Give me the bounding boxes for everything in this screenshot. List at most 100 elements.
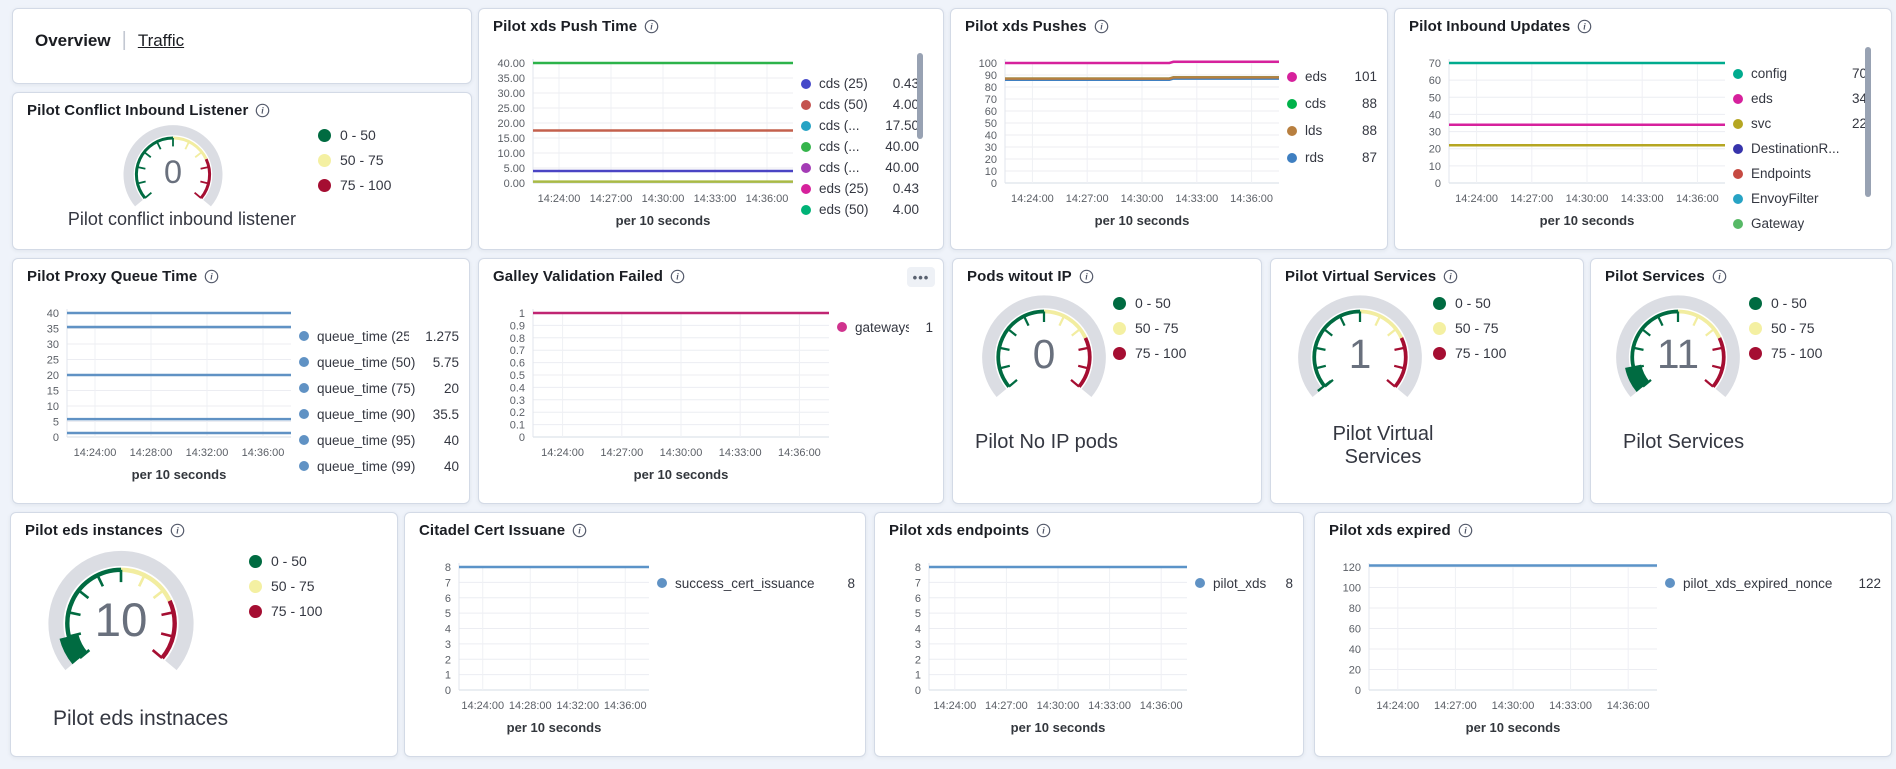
gauge-legend-item[interactable]: 75 - 100 [249,603,322,619]
info-icon[interactable]: i [1036,523,1051,538]
svg-text:per 10 seconds: per 10 seconds [1540,213,1635,228]
panel-pilot-virtual-services: Pilot Virtual Services i 1 0 - 5050 - 75… [1270,258,1584,504]
legend-scrollbar[interactable] [917,53,923,139]
line-chart[interactable]: 010203040506070809010014:24:0014:27:0014… [959,37,1379,241]
info-icon[interactable]: i [644,19,659,34]
svg-text:6: 6 [445,593,451,605]
legend-item[interactable]: config70 [1733,61,1867,86]
legend-item[interactable]: gateways1 [837,315,933,339]
info-icon[interactable]: i [1094,19,1109,34]
gauge-legend-item[interactable]: 75 - 100 [1433,345,1506,361]
line-chart[interactable]: 01234567814:24:0014:27:0014:30:0014:33:0… [883,541,1295,748]
legend-item[interactable]: queue_time (95)40 [299,427,459,453]
info-icon[interactable]: i [1712,269,1727,284]
info-icon[interactable]: i [572,523,587,538]
svg-text:0.7: 0.7 [510,345,525,357]
legend-item[interactable]: EnvoyFilter [1733,186,1867,211]
gauge-legend-item[interactable]: 0 - 50 [318,127,391,143]
legend-item[interactable]: pilot_xds8 [1195,571,1293,595]
legend-item[interactable]: Endpoints [1733,161,1867,186]
svg-text:14:27:00: 14:27:00 [590,193,633,205]
panel-header: Pilot xds endpoints i [875,513,1303,539]
gauge-legend-item[interactable]: 50 - 75 [1113,320,1186,336]
info-icon[interactable]: i [1577,19,1592,34]
legend-item[interactable]: cds (25)0.43 [801,73,919,94]
panel-options-button[interactable]: ••• [907,267,935,287]
legend-value: 34 [1844,91,1867,106]
gauge-legend-item[interactable]: 75 - 100 [1749,345,1822,361]
legend-item[interactable]: cds (...17.50 [801,115,919,136]
legend-item[interactable]: cds (...40.00 [801,157,919,178]
svg-text:per 10 seconds: per 10 seconds [1011,720,1106,735]
legend-item[interactable]: rds87 [1287,144,1377,171]
panel-title: Pilot Services [1605,268,1705,285]
info-icon[interactable]: i [670,269,685,284]
panel-pilot-inbound-updates: Pilot Inbound Updates i 0102030405060701… [1394,8,1892,250]
gauge-legend-item[interactable]: 50 - 75 [249,578,322,594]
legend-item[interactable]: queue_time (90)35.5 [299,401,459,427]
gauge-legend-item[interactable]: 0 - 50 [1433,295,1506,311]
legend-item[interactable]: queue_time (75)20 [299,375,459,401]
gauge-legend-item[interactable]: 50 - 75 [318,152,391,168]
info-icon[interactable]: i [1079,269,1094,284]
gauge-legend-item[interactable]: 0 - 50 [249,553,322,569]
legend-item[interactable]: cds (...40.00 [801,136,919,157]
line-chart[interactable]: 01234567814:24:0014:28:0014:32:0014:36:0… [413,541,857,748]
svg-text:20: 20 [47,370,59,382]
line-chart[interactable]: 00.10.20.30.40.50.60.70.80.9114:24:0014:… [487,287,935,495]
legend-item[interactable]: svc22 [1733,111,1867,136]
legend-label: eds [1751,91,1773,106]
panel-galley-validation-failed: Galley Validation Failed i ••• 00.10.20.… [478,258,944,504]
info-icon[interactable]: i [204,269,219,284]
legend-item[interactable]: eds101 [1287,63,1377,90]
line-chart[interactable]: 01020304050607014:24:0014:27:0014:30:001… [1403,37,1883,241]
legend-item[interactable]: success_cert_issuance8 [657,571,855,595]
gauge-value: 1 [1349,331,1372,377]
legend-item[interactable]: DestinationR... [1733,136,1867,161]
gauge-legend-item[interactable]: 75 - 100 [318,177,391,193]
gauge-legend-item[interactable]: 75 - 100 [1113,345,1186,361]
svg-text:50: 50 [985,118,997,130]
legend-dot [1733,69,1743,79]
legend-item[interactable]: Gateway [1733,211,1867,236]
svg-text:i: i [1584,22,1587,32]
legend-scrollbar[interactable] [1865,47,1871,197]
info-icon[interactable]: i [170,523,185,538]
legend-item[interactable]: pilot_xds_expired_nonce122 [1665,571,1881,595]
legend-item[interactable]: eds 34 [1733,86,1867,111]
info-icon[interactable]: i [1443,269,1458,284]
svg-text:0.2: 0.2 [510,407,525,419]
legend-dot [801,100,811,110]
gauge-legend-item[interactable]: 50 - 75 [1433,320,1506,336]
line-chart[interactable]: 02040608010012014:24:0014:27:0014:30:001… [1323,541,1883,748]
info-icon[interactable]: i [1458,523,1473,538]
legend-item[interactable]: queue_time (25)1.275 [299,323,459,349]
svg-text:40: 40 [1429,109,1441,121]
legend-item[interactable]: lds88 [1287,117,1377,144]
svg-text:14:27:00: 14:27:00 [1066,193,1109,205]
svg-text:14:32:00: 14:32:00 [556,700,599,712]
legend-label: gateways [855,320,909,335]
svg-text:14:24:00: 14:24:00 [541,447,584,459]
gauge-legend-item[interactable]: 0 - 50 [1749,295,1822,311]
svg-text:50: 50 [1429,92,1441,104]
legend-item[interactable]: queue_time (50)5.75 [299,349,459,375]
svg-text:0.00: 0.00 [504,178,525,190]
legend-item[interactable]: eds (50)4.00 [801,199,919,220]
info-icon[interactable]: i [255,103,270,118]
svg-text:6: 6 [915,593,921,605]
svg-text:15: 15 [47,386,59,398]
gauge-legend-item[interactable]: 50 - 75 [1749,320,1822,336]
gauge-legend-item[interactable]: 0 - 50 [1113,295,1186,311]
nav-traffic-link[interactable]: Traffic [138,31,184,51]
legend-label: lds [1305,123,1322,138]
legend-item[interactable]: queue_time (99)40 [299,453,459,479]
line-chart[interactable]: 0.005.0010.0015.0020.0025.0030.0035.0040… [487,37,935,241]
panel-pilot-eds-instances: Pilot eds instances i 10 0 - 5050 - 7575… [10,512,398,757]
legend-item[interactable]: eds (25)0.43 [801,178,919,199]
legend-value: 101 [1346,69,1377,84]
legend-item[interactable]: cds (50)4.00 [801,94,919,115]
line-chart[interactable]: 051015202530354014:24:0014:28:0014:32:00… [21,287,461,495]
legend-item[interactable]: cds88 [1287,90,1377,117]
svg-text:80: 80 [1349,603,1361,615]
